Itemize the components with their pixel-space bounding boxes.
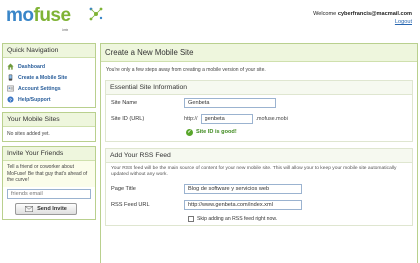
account-icon: [7, 85, 14, 92]
invite-friends-panel: Invite Your Friends Tell a friend or cow…: [2, 146, 96, 220]
site-id-status: ✓ Site ID is good!: [186, 127, 412, 137]
logo-text-fuse: fuse: [33, 5, 72, 26]
site-id-input[interactable]: [200, 114, 253, 124]
main-panel: Create a New Mobile Site You're only a f…: [100, 43, 418, 263]
site-name-input[interactable]: [184, 98, 276, 108]
check-icon: ✓: [186, 128, 193, 136]
welcome-prefix: Welcome: [313, 11, 338, 17]
phone-icon: [8, 74, 13, 81]
nav-item-account-settings[interactable]: Account Settings: [7, 83, 91, 94]
welcome-box: Welcome cyberfrancis@macmail.com Logout: [313, 10, 412, 26]
essential-info-section: Essential Site Information Site Name Sit…: [105, 80, 413, 142]
mobile-sites-empty-text: No sites added yet.: [7, 131, 50, 137]
sidebar: Quick Navigation Dashboard Create a Mobi…: [2, 43, 96, 224]
quick-navigation-list: Dashboard Create a Mobile Site Account S…: [3, 58, 95, 107]
send-invite-button[interactable]: Send Invite: [15, 202, 77, 215]
mobile-sites-panel: Your Mobile Sites No sites added yet.: [2, 112, 96, 142]
skip-rss-option[interactable]: Skip adding an RSS feed right now.: [188, 213, 412, 225]
help-icon: ?: [7, 96, 14, 103]
nav-item-label: Create a Mobile Site: [18, 74, 68, 81]
svg-text:?: ?: [9, 97, 12, 103]
site-id-suffix: .mofuse.mobi: [255, 116, 288, 122]
nav-item-label: Help/Support: [18, 96, 51, 103]
rss-feed-section: Add Your RSS Feed Your RSS feed will be …: [105, 148, 413, 226]
logo-sparkle-icon: [89, 7, 103, 21]
nav-item-create-site[interactable]: Create a Mobile Site: [7, 72, 91, 83]
invite-friends-text: Tell a friend or coworker about MoFuse! …: [3, 161, 95, 187]
skip-rss-checkbox[interactable]: [188, 215, 194, 222]
mofuse-logo[interactable]: mofuse beta: [6, 5, 72, 32]
user-email: cyberfrancis@macmail.com: [337, 11, 412, 17]
page-title-input[interactable]: [184, 183, 302, 194]
logout-link[interactable]: Logout: [395, 19, 412, 25]
intro-text: You're only a few steps away from creati…: [106, 67, 266, 73]
site-id-label: Site ID (URL): [111, 116, 145, 122]
page-title-row: Page Title: [106, 181, 412, 197]
invite-friends-title: Invite Your Friends: [3, 147, 95, 161]
site-id-prefix: http://: [184, 116, 198, 122]
page-title-label: Page Title: [111, 185, 136, 192]
site-id-row: Site ID (URL) http:// .mofuse.mobi: [106, 111, 412, 127]
feed-url-input[interactable]: [184, 199, 302, 210]
site-name-label: Site Name: [111, 100, 138, 106]
rss-feed-title: Add Your RSS Feed: [106, 149, 412, 163]
nav-item-label: Account Settings: [18, 85, 61, 92]
page-title: Create a New Mobile Site: [101, 44, 417, 62]
nav-item-label: Dashboard: [18, 63, 46, 70]
mobile-sites-title: Your Mobile Sites: [3, 113, 95, 127]
rss-feed-description: Your RSS feed will be the main source of…: [111, 166, 397, 178]
skip-rss-label: Skip adding an RSS feed right now.: [197, 215, 278, 222]
friends-email-input[interactable]: [7, 188, 91, 199]
quick-navigation-panel: Quick Navigation Dashboard Create a Mobi…: [2, 43, 96, 108]
logo-beta-tag: beta: [62, 27, 68, 32]
send-invite-label: Send Invite: [37, 205, 67, 212]
quick-navigation-title: Quick Navigation: [3, 44, 95, 58]
feed-url-label: RSS Feed URL: [111, 201, 150, 208]
feed-url-row: RSS Feed URL: [106, 197, 412, 213]
envelope-icon: [25, 205, 34, 212]
nav-item-dashboard[interactable]: Dashboard: [7, 61, 91, 72]
site-id-status-text: Site ID is good!: [196, 129, 237, 135]
nav-item-help-support[interactable]: ? Help/Support: [7, 94, 91, 105]
essential-info-title: Essential Site Information: [106, 81, 412, 95]
logo-text-mo: mo: [6, 5, 34, 26]
header: mofuse beta Welcome cyberfrancis@macmail…: [0, 0, 420, 38]
site-name-row: Site Name: [106, 95, 412, 111]
home-icon: [7, 63, 14, 70]
